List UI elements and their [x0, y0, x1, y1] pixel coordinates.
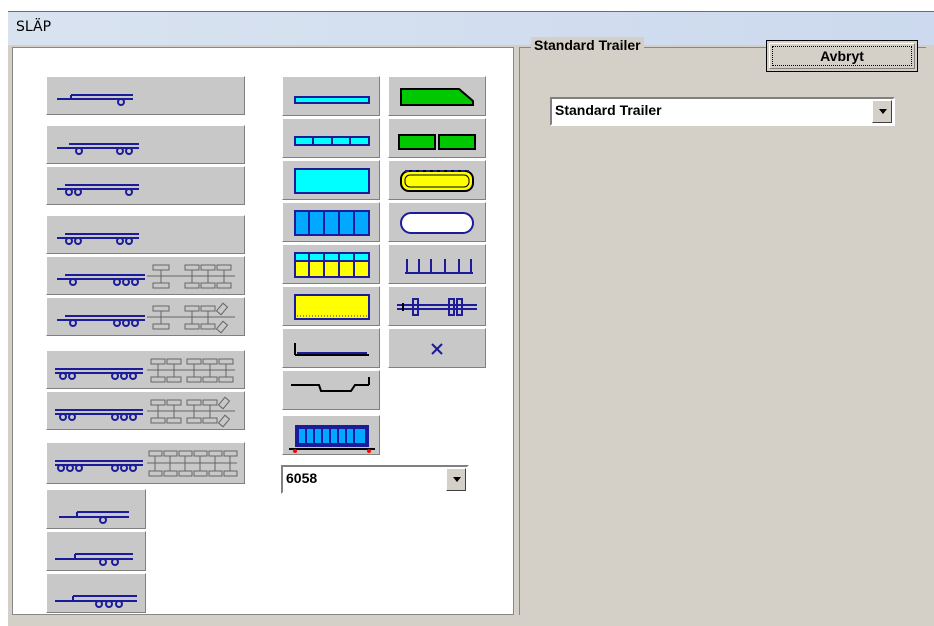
body-double-green-button[interactable]	[388, 118, 486, 158]
body-lowbed-button[interactable]	[282, 328, 380, 368]
trailer-1plus3-steer-axle-button[interactable]	[46, 297, 245, 336]
trailer-2plus3-steer-axle-button[interactable]	[46, 391, 245, 430]
semitrailer-3-axle-icon	[55, 595, 137, 608]
stakes-icon	[405, 259, 473, 274]
semitrailer-2-axle-icon	[55, 553, 133, 566]
close-x-icon	[431, 343, 443, 355]
semitrailer-3-axle-button[interactable]	[46, 573, 146, 613]
trailer-3plus3-axle-button[interactable]	[46, 442, 245, 484]
trailer-1plus3-axle-button[interactable]	[46, 256, 245, 295]
trailer-settings-group	[519, 47, 926, 615]
tank-icon	[400, 212, 474, 234]
trailer-1plus2-axle-icon	[57, 143, 139, 155]
double-green-icon	[398, 134, 476, 150]
body-dropdeck-button[interactable]	[282, 370, 380, 410]
dropdown-arrow-icon[interactable]	[872, 100, 892, 123]
body-container-cyan-button[interactable]	[282, 202, 380, 242]
trailer-3plus3-axle-icon	[55, 450, 238, 477]
dropdown-arrow-icon[interactable]	[446, 468, 466, 491]
container-chassis-icon	[397, 298, 477, 316]
crates-yellow-icon	[294, 252, 370, 278]
trailer-type-value: Standard Trailer	[555, 102, 662, 118]
trailer-2plus1-axle-button[interactable]	[46, 166, 245, 205]
container-wheels-icon	[289, 425, 375, 453]
body-flatbed-cyan-button[interactable]	[282, 76, 380, 116]
trailer-2plus2-axle-button[interactable]	[46, 215, 245, 254]
curtain-yellow-icon	[294, 294, 370, 320]
cancel-button[interactable]: Avbryt	[766, 40, 918, 72]
cancel-button-label: Avbryt	[820, 48, 864, 64]
window-title: SLÄP	[16, 19, 52, 35]
body-stakes-button[interactable]	[388, 244, 486, 284]
body-box-cyan-button[interactable]	[282, 160, 380, 200]
log-yellow-icon	[400, 170, 474, 192]
trailer-2plus3-axle-icon	[55, 358, 235, 383]
body-tipper-green-button[interactable]	[388, 76, 486, 116]
body-container-chassis-button[interactable]	[388, 286, 486, 326]
trailer-1plus3-steer-axle-icon	[57, 302, 235, 334]
tipper-green-icon	[400, 88, 474, 106]
dropdeck-icon	[291, 377, 370, 392]
trailer-type-select[interactable]: Standard Trailer	[550, 97, 895, 126]
trailer-1-axle-icon	[57, 94, 133, 106]
body-crates-yellow-button[interactable]	[282, 244, 380, 284]
flatbed-cyan-icon	[294, 96, 370, 104]
body-container-wheels-button[interactable]	[282, 415, 380, 455]
trailer-2plus1-axle-icon	[57, 184, 139, 196]
trailer-1plus2-axle-button[interactable]	[46, 125, 245, 164]
body-segmented-flatbed-button[interactable]	[282, 118, 380, 158]
segmented-flatbed-icon	[294, 136, 370, 146]
semitrailer-2-axle-button[interactable]	[46, 531, 146, 571]
trailer-2plus2-axle-icon	[57, 233, 139, 245]
group-legend: Standard Trailer	[531, 37, 644, 53]
lowbed-icon	[294, 343, 369, 356]
trailer-1plus3-axle-icon	[57, 264, 235, 289]
trailer-1-axle-button[interactable]	[46, 76, 245, 115]
body-curtain-yellow-button[interactable]	[282, 286, 380, 326]
box-cyan-icon	[294, 168, 370, 194]
semitrailer-1-axle-icon	[59, 511, 129, 524]
size-value: 6058	[286, 470, 318, 486]
container-cyan-icon	[294, 210, 370, 236]
semitrailer-1-axle-button[interactable]	[46, 489, 146, 529]
body-tank-button[interactable]	[388, 202, 486, 242]
size-select[interactable]: 6058	[281, 465, 469, 494]
trailer-2plus3-axle-button[interactable]	[46, 350, 245, 389]
body-none-button[interactable]	[388, 328, 486, 368]
body-log-yellow-button[interactable]	[388, 160, 486, 200]
trailer-2plus3-steer-axle-icon	[55, 396, 235, 428]
